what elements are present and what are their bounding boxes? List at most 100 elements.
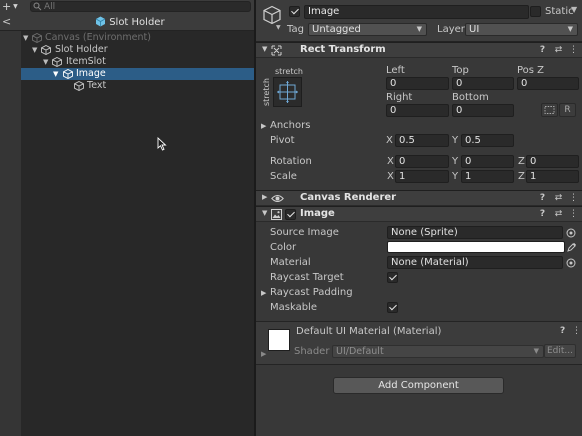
chevron-down-icon: ▼	[567, 25, 573, 33]
left-field[interactable]: 0	[386, 77, 449, 90]
scale-z-field[interactable]: 1	[526, 170, 579, 183]
source-image-label: Source Image	[270, 227, 339, 238]
gameobject-icon	[52, 57, 62, 67]
pivot-x-field[interactable]: 0.5	[395, 134, 449, 147]
raw-edit-button[interactable]: R	[559, 103, 576, 117]
gameobject-name-field[interactable]: Image	[304, 5, 529, 19]
material-fold-icon[interactable]: ▶	[261, 350, 266, 358]
maskable-checkbox[interactable]	[387, 302, 398, 313]
presets-icon[interactable]: ⇄	[553, 192, 564, 204]
prefab-title: Slot Holder	[95, 16, 165, 29]
scale-y-field[interactable]: 1	[461, 170, 514, 183]
bottom-field[interactable]: 0	[452, 104, 514, 117]
pivot-y-field[interactable]: 0.5	[461, 134, 514, 147]
eyedropper-icon[interactable]	[567, 242, 577, 252]
mouse-cursor-icon	[157, 137, 167, 151]
color-label: Color	[270, 242, 297, 253]
create-button[interactable]: + ▼	[2, 1, 22, 13]
search-icon	[33, 2, 42, 11]
static-dropdown-icon[interactable]: ▼	[571, 5, 577, 14]
presets-icon[interactable]: ⇄	[553, 208, 564, 220]
tag-dropdown[interactable]: Untagged ▼	[308, 23, 427, 36]
raycast-padding-label[interactable]: Raycast Padding	[270, 287, 353, 298]
color-swatch[interactable]	[387, 241, 565, 253]
help-icon[interactable]: ?	[537, 44, 548, 56]
right-field[interactable]: 0	[386, 104, 449, 117]
hierarchy-gutter	[0, 31, 21, 436]
help-icon[interactable]: ?	[537, 208, 548, 220]
gameobject-icon-dropdown-icon[interactable]: ▼	[276, 24, 281, 31]
maskable-label: Maskable	[270, 302, 317, 313]
component-title: Image	[300, 208, 335, 219]
more-options-icon[interactable]: ⋮	[568, 192, 579, 204]
fold-arrow-icon[interactable]: ▼	[262, 45, 267, 53]
static-label: Static	[545, 6, 574, 17]
rect-transform-icon	[271, 45, 282, 56]
image-enabled-checkbox[interactable]	[285, 209, 296, 220]
component-title: Rect Transform	[300, 44, 386, 55]
layer-label: Layer	[437, 24, 465, 35]
rotation-z-field[interactable]: 0	[526, 155, 579, 168]
source-image-field[interactable]: None (Sprite)	[387, 226, 563, 239]
object-picker-icon[interactable]	[566, 258, 576, 268]
object-picker-icon[interactable]	[566, 228, 576, 238]
help-icon[interactable]: ?	[537, 192, 548, 204]
gameobject-header: ▼ Image Static ▼ Tag Untagged ▼ Layer UI…	[256, 0, 582, 42]
tree-item-slot-holder[interactable]: ▼ Slot Holder	[21, 44, 254, 56]
gameobject-active-checkbox[interactable]	[289, 6, 300, 17]
image-component-header[interactable]: ▼ Image ? ⇄ ⋮	[256, 206, 582, 222]
hierarchy-panel: + ▼ < Slot Holder ▼ Canvas (Environment)…	[0, 0, 254, 436]
blueprint-mode-button[interactable]	[541, 103, 558, 117]
rotation-x-field[interactable]: 0	[395, 155, 449, 168]
top-field[interactable]: 0	[452, 77, 514, 90]
static-checkbox[interactable]	[530, 6, 541, 17]
back-button[interactable]: <	[2, 16, 12, 28]
posz-field[interactable]: 0	[517, 77, 579, 90]
expand-arrow-icon[interactable]: ▼	[23, 32, 31, 44]
material-thumbnail	[268, 329, 290, 351]
rotation-y-field[interactable]: 0	[461, 155, 514, 168]
presets-icon[interactable]: ⇄	[553, 44, 564, 56]
expand-arrow-icon[interactable]: ▼	[53, 68, 61, 80]
tree-item-label: Canvas (Environment)	[45, 32, 151, 43]
chevron-down-icon: ▼	[11, 3, 18, 10]
tree-item-itemslot[interactable]: ▼ ItemSlot	[21, 56, 254, 68]
scale-x-field[interactable]: 1	[395, 170, 449, 183]
scale-y-label: Y	[452, 171, 459, 182]
more-options-icon[interactable]: ⋮	[572, 326, 581, 336]
add-component-button[interactable]: Add Component	[333, 377, 504, 394]
raycast-target-label: Raycast Target	[270, 272, 344, 283]
chevron-down-icon: ▼	[416, 25, 422, 33]
canvas-renderer-header[interactable]: ▶ Canvas Renderer ? ⇄ ⋮	[256, 190, 582, 206]
pivot-y-label: Y	[452, 135, 459, 146]
anchor-presets-button[interactable]	[273, 77, 302, 107]
expand-arrow-icon[interactable]: ▼	[43, 56, 51, 68]
anchor-stretch-side-label: stretch	[262, 78, 271, 106]
raycast-padding-fold-icon[interactable]: ▶	[261, 289, 266, 297]
more-options-icon[interactable]: ⋮	[568, 208, 579, 220]
material-field[interactable]: None (Material)	[387, 256, 563, 269]
edit-shader-button[interactable]: Edit...	[544, 344, 576, 358]
expand-arrow-icon[interactable]: ▼	[32, 44, 40, 56]
fold-arrow-icon[interactable]: ▶	[262, 193, 267, 201]
tag-label: Tag	[287, 24, 304, 35]
shader-dropdown[interactable]: UI/Default ▼	[332, 345, 544, 358]
search-input[interactable]	[44, 1, 244, 12]
tag-value: Untagged	[312, 24, 361, 35]
raycast-target-checkbox[interactable]	[387, 272, 398, 283]
hierarchy-search[interactable]	[30, 1, 251, 12]
material-preview-block: Default UI Material (Material) ? ⋮ ▶ Sha…	[256, 321, 582, 365]
layer-dropdown[interactable]: UI ▼	[465, 23, 578, 36]
more-options-icon[interactable]: ⋮	[568, 44, 579, 56]
help-icon[interactable]: ?	[560, 326, 565, 336]
rect-transform-header[interactable]: ▼ Rect Transform ? ⇄ ⋮	[256, 42, 582, 58]
tree-item-image[interactable]: ▼ Image	[21, 68, 254, 80]
tree-item-text[interactable]: Text	[21, 80, 254, 92]
fold-arrow-icon[interactable]: ▼	[262, 209, 267, 217]
right-label: Right	[386, 92, 413, 103]
shader-value: UI/Default	[336, 346, 384, 357]
material-label: Material	[270, 257, 311, 268]
tree-item-canvas-environment[interactable]: ▼ Canvas (Environment)	[21, 32, 254, 44]
anchors-fold-icon[interactable]: ▶	[261, 122, 266, 130]
anchors-label[interactable]: Anchors	[270, 120, 310, 131]
